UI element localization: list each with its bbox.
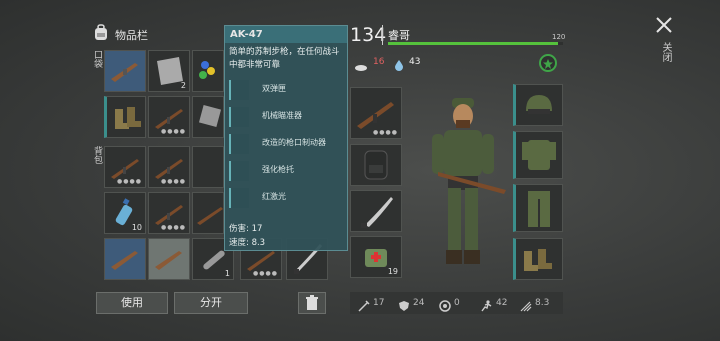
inventory-title: 物品栏 bbox=[115, 29, 148, 42]
split-button[interactable]: 分开 bbox=[174, 292, 248, 314]
damage-stat-icon bbox=[358, 297, 370, 312]
mod-label: 强化枪托 bbox=[262, 165, 294, 174]
metal-plate-icon bbox=[198, 104, 222, 128]
xp-bar-fill bbox=[388, 42, 558, 45]
boots-icon bbox=[115, 107, 141, 129]
equip-medkit-slot[interactable]: 19 bbox=[350, 236, 402, 278]
medkit-quantity: 19 bbox=[387, 267, 398, 276]
tooltip-speed: 速度: 8.3 bbox=[229, 238, 266, 248]
boots-icon bbox=[524, 249, 552, 271]
condition-dots: ●●●● bbox=[161, 224, 186, 231]
equip-backpack-slot[interactable] bbox=[350, 144, 402, 186]
equip-weapon-slot[interactable]: ●●●● bbox=[350, 87, 402, 139]
armor-stat: 24 bbox=[413, 298, 425, 308]
bottle-quantity: 10 bbox=[131, 223, 142, 232]
muzzle-brake-icon bbox=[229, 134, 249, 154]
trash-icon bbox=[306, 295, 318, 310]
equip-helmet-slot[interactable] bbox=[513, 84, 563, 126]
body-armor-icon bbox=[522, 140, 556, 170]
character-name: 睿哥 bbox=[388, 29, 410, 42]
tooltip-title: AK-47 bbox=[225, 26, 347, 43]
mod-label: 改造的枪口制动器 bbox=[262, 138, 326, 147]
inventory-slot-map-rifle-2[interactable] bbox=[104, 238, 146, 280]
stock-icon bbox=[229, 161, 249, 181]
pockets-label: 口袋 bbox=[92, 50, 102, 68]
mod-row[interactable]: 强化枪托 bbox=[229, 159, 345, 183]
inventory-slot-rifle-e[interactable] bbox=[192, 192, 224, 234]
gems-icon bbox=[199, 61, 215, 79]
inventory-slot-rifle-b[interactable]: ●●●● bbox=[104, 146, 146, 188]
equip-pants-slot[interactable] bbox=[513, 184, 563, 232]
mod-row[interactable]: 改造的枪口制动器 bbox=[229, 132, 345, 156]
attack-speed-stat: 8.3 bbox=[535, 298, 550, 308]
tooltip-description: 简单的苏制步枪，在任何战斗中都非常可靠 bbox=[229, 47, 340, 70]
inventory-slot-gems[interactable] bbox=[192, 50, 224, 92]
equip-boots-slot[interactable] bbox=[513, 238, 563, 280]
protection-stat: 0 bbox=[454, 298, 460, 308]
inventory-slot-rifle-a[interactable]: ●●●● bbox=[148, 96, 190, 138]
food-icon bbox=[354, 58, 368, 71]
rifle-icon bbox=[197, 207, 223, 225]
inventory-slot-rifle-d[interactable]: ●●●● bbox=[148, 192, 190, 234]
inventory-slot-boots[interactable] bbox=[104, 96, 146, 138]
use-button[interactable]: 使用 bbox=[96, 292, 168, 314]
armor-stat-icon bbox=[398, 297, 410, 311]
inventory-slot-empty[interactable] bbox=[192, 146, 224, 188]
sight-icon bbox=[229, 107, 249, 127]
food-value: 16 bbox=[373, 57, 385, 67]
equip-body-armor-slot[interactable] bbox=[513, 131, 563, 179]
condition-dots: ●●●● bbox=[117, 178, 142, 185]
mod-row[interactable]: 红激光 bbox=[229, 186, 345, 210]
backpack-icon bbox=[364, 150, 388, 180]
condition-dots: ●●●● bbox=[373, 129, 398, 136]
speed-stat-icon bbox=[479, 297, 493, 312]
pants-icon bbox=[528, 191, 550, 227]
protection-stat-icon bbox=[439, 297, 451, 312]
inventory-slot-metal-sheet[interactable]: 2 bbox=[148, 50, 190, 92]
condition-dots: ●●●● bbox=[253, 270, 278, 277]
condition-dots: ●●●● bbox=[161, 178, 186, 185]
favorite-badge-icon[interactable] bbox=[539, 54, 557, 72]
laser-icon bbox=[229, 188, 249, 208]
trash-button[interactable] bbox=[298, 292, 326, 314]
close-label[interactable]: 关闭 bbox=[658, 42, 673, 62]
inventory-slot-bottle[interactable]: 10 bbox=[104, 192, 146, 234]
damage-stat: 17 bbox=[373, 298, 385, 308]
attack-speed-stat-icon bbox=[520, 297, 532, 312]
equip-melee-slot[interactable] bbox=[350, 190, 402, 232]
xp-bar-track bbox=[388, 42, 563, 45]
water-icon bbox=[394, 56, 404, 71]
rifle-icon bbox=[111, 63, 138, 82]
rifle-icon bbox=[111, 251, 138, 270]
character-level: 134 bbox=[350, 24, 387, 46]
inventory-slot-metal[interactable] bbox=[192, 96, 224, 138]
magazine-icon bbox=[229, 80, 249, 100]
backpack-label: 背包 bbox=[92, 146, 102, 164]
xp-max: 120 bbox=[552, 33, 566, 41]
metal-sheet-quantity: 2 bbox=[180, 81, 186, 90]
machete-icon bbox=[361, 197, 393, 228]
mod-label: 机械瞄准器 bbox=[262, 111, 302, 120]
mod-row[interactable]: 双弹匣 bbox=[229, 78, 345, 102]
backpack-icon bbox=[92, 23, 110, 41]
inventory-slot-map-rifle[interactable] bbox=[104, 50, 146, 92]
character-avatar bbox=[418, 92, 510, 282]
level-divider bbox=[382, 25, 383, 45]
speed-stat: 42 bbox=[496, 298, 508, 308]
rifle-icon bbox=[155, 251, 182, 270]
pipe-quantity: 1 bbox=[224, 269, 230, 278]
mod-row[interactable]: 机械瞄准器 bbox=[229, 105, 345, 129]
condition-dots: ●●●● bbox=[161, 128, 186, 135]
tooltip-damage: 伤害: 17 bbox=[229, 224, 263, 234]
mod-label: 双弹匣 bbox=[262, 84, 286, 93]
item-tooltip: AK-47 简单的苏制步枪，在任何战斗中都非常可靠 双弹匣 机械瞄准器 改造的枪… bbox=[224, 25, 348, 251]
water-value: 43 bbox=[409, 57, 421, 67]
mod-label: 红激光 bbox=[262, 192, 286, 201]
close-icon[interactable] bbox=[655, 16, 673, 34]
inventory-slot-map-rifle-3[interactable] bbox=[148, 238, 190, 280]
inventory-slot-rifle-c[interactable]: ●●●● bbox=[148, 146, 190, 188]
helmet-icon bbox=[526, 95, 552, 114]
